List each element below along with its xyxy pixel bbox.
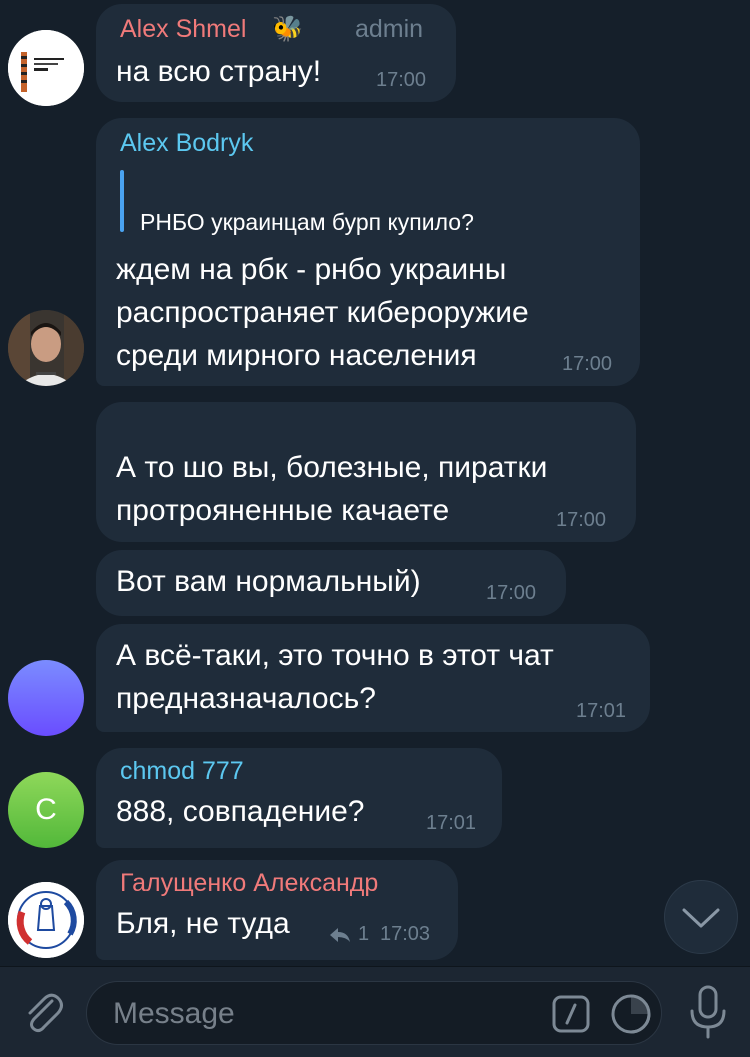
message-time: 17:03	[380, 923, 431, 945]
message-text: Бля, не туда	[116, 907, 290, 940]
message-line: предназначалось?	[116, 682, 376, 715]
avatar-chmod[interactable]: C	[8, 772, 84, 848]
message-time: 17:00	[376, 69, 427, 91]
scroll-to-bottom-button[interactable]	[664, 880, 738, 954]
composer-bar	[0, 966, 750, 1057]
message-time: 17:00	[556, 509, 607, 531]
avatar-purple[interactable]	[8, 660, 84, 736]
reply-quote-text[interactable]: РНБО украинцам бурп купило?	[140, 208, 474, 236]
voice-message-button[interactable]	[682, 983, 734, 1041]
message-input[interactable]	[111, 992, 535, 1036]
sender-name[interactable]: Alex Bodryk	[120, 128, 253, 158]
avatar-letter: C	[35, 793, 57, 826]
sender-name[interactable]: chmod 777	[120, 756, 244, 786]
message-text: на всю страну!	[116, 55, 322, 88]
message-line: среди мирного населения	[116, 339, 477, 372]
attach-button[interactable]	[16, 985, 70, 1039]
reply-arrow-icon	[330, 928, 350, 942]
message-text: 888, совпадение?	[116, 795, 365, 828]
avatar-alex-shmel[interactable]	[8, 30, 84, 106]
message-time: 17:01	[576, 700, 627, 722]
slash-command-icon	[552, 995, 590, 1033]
avatar-image	[8, 882, 84, 958]
message-line: распространяет кибероружие	[116, 296, 529, 329]
reply-quote-bar	[120, 170, 124, 232]
message-time: 17:00	[562, 353, 613, 375]
avatar-image	[8, 30, 84, 106]
avatar-image	[8, 310, 84, 386]
commands-button[interactable]	[551, 994, 591, 1034]
message-line: А то шо вы, болезные, пиратки	[116, 451, 548, 484]
message-line: А всё-таки, это точно в этот чат	[116, 639, 554, 672]
sender-name[interactable]: Галущенко Александр	[120, 868, 378, 898]
admin-badge: admin	[355, 15, 424, 43]
sticker-button[interactable]	[609, 992, 653, 1036]
paperclip-icon	[28, 993, 63, 1033]
chat-history[interactable]: Alex Shmel 🐝 admin на всю страну! 17:00 …	[0, 0, 750, 966]
sticker-icon	[611, 994, 651, 1034]
chevron-down-icon	[682, 908, 720, 928]
message-line: ждем на рбк - рнбо украины	[116, 253, 507, 286]
message-field[interactable]	[86, 981, 662, 1045]
message-time: 17:00	[486, 582, 537, 604]
message-line: протрояненные качаете	[116, 494, 450, 527]
message-text: Вот вам нормальный)	[116, 565, 421, 598]
bee-emoji: 🐝	[272, 15, 304, 43]
avatar-galushchenko[interactable]	[8, 882, 84, 958]
avatar-alex-bodryk[interactable]	[8, 310, 84, 386]
reply-count: 1	[358, 923, 370, 945]
sender-name[interactable]: Alex Shmel	[120, 14, 246, 44]
message-time: 17:01	[426, 812, 477, 834]
microphone-icon	[690, 985, 726, 1039]
